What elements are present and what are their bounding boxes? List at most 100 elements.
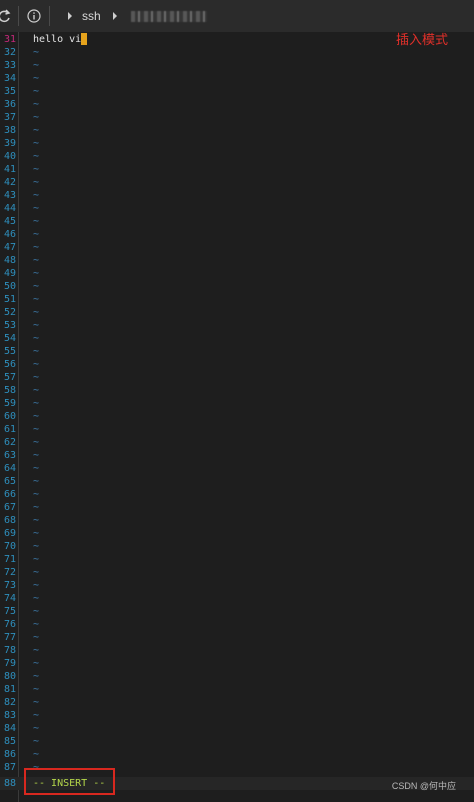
editor-line: 33 ~ <box>0 59 474 72</box>
editor-line: 64 ~ <box>0 462 474 475</box>
empty-line-marker: ~ <box>33 177 40 188</box>
line-number: 43 <box>3 190 16 201</box>
empty-line-marker: ~ <box>33 671 40 682</box>
line-number: 42 <box>3 177 16 188</box>
line-number: 58 <box>3 385 16 396</box>
editor-line: 84 ~ <box>0 722 474 735</box>
editor-line: 48 ~ <box>0 254 474 267</box>
editor-line: 56 ~ <box>0 358 474 371</box>
empty-line-marker: ~ <box>33 281 40 292</box>
line-number: 73 <box>3 580 16 591</box>
line-number: 38 <box>3 125 16 136</box>
editor-line: 47 ~ <box>0 241 474 254</box>
breadcrumb-ssh[interactable]: ssh <box>76 9 107 23</box>
line-number: 40 <box>3 151 16 162</box>
line-number: 41 <box>3 164 16 175</box>
line-number: 86 <box>3 749 16 760</box>
editor-line: 85 ~ <box>0 735 474 748</box>
empty-line-marker: ~ <box>33 645 40 656</box>
empty-line-marker: ~ <box>33 723 40 734</box>
editor-line: 39 ~ <box>0 137 474 150</box>
annotation-highlight-box <box>24 768 115 795</box>
empty-line-marker: ~ <box>33 697 40 708</box>
empty-line-marker: ~ <box>33 684 40 695</box>
empty-line-marker: ~ <box>33 463 40 474</box>
line-number: 88 <box>3 778 16 789</box>
empty-line-marker: ~ <box>33 398 40 409</box>
editor-line: 37 ~ <box>0 111 474 124</box>
line-number: 66 <box>3 489 16 500</box>
toolbar-divider <box>18 6 19 26</box>
line-number: 83 <box>3 710 16 721</box>
editor-line: 82 ~ <box>0 696 474 709</box>
empty-line-marker: ~ <box>33 749 40 760</box>
editor-line: 41 ~ <box>0 163 474 176</box>
editor-line: 80 ~ <box>0 670 474 683</box>
empty-line-marker: ~ <box>33 411 40 422</box>
empty-line-marker: ~ <box>33 47 40 58</box>
empty-line-marker: ~ <box>33 528 40 539</box>
line-text: hello vi <box>33 34 82 45</box>
editor-line: 71 ~ <box>0 553 474 566</box>
line-number: 77 <box>3 632 16 643</box>
empty-line-marker: ~ <box>33 502 40 513</box>
refresh-icon[interactable] <box>0 0 12 32</box>
empty-line-marker: ~ <box>33 320 40 331</box>
line-number: 32 <box>3 47 16 58</box>
redacted-host[interactable] <box>130 10 207 22</box>
editor-line: 65 ~ <box>0 475 474 488</box>
empty-line-marker: ~ <box>33 99 40 110</box>
line-number: 68 <box>3 515 16 526</box>
line-number: 37 <box>3 112 16 123</box>
empty-line-marker: ~ <box>33 86 40 97</box>
line-number: 84 <box>3 723 16 734</box>
empty-line-marker: ~ <box>33 229 40 240</box>
editor-line: 38 ~ <box>0 124 474 137</box>
info-icon[interactable] <box>25 0 43 32</box>
line-number: 63 <box>3 450 16 461</box>
editor-line: 40 ~ <box>0 150 474 163</box>
vim-editor[interactable]: 31 hello vi 32 ~33 ~34 ~35 ~36 ~37 ~38 ~39 ~40 ~41 ~… <box>0 32 474 802</box>
editor-line: 59 ~ <box>0 397 474 410</box>
editor-line: 52 ~ <box>0 306 474 319</box>
line-number: 82 <box>3 697 16 708</box>
editor-line: 63 ~ <box>0 449 474 462</box>
editor-line: 60 ~ <box>0 410 474 423</box>
line-number: 72 <box>3 567 16 578</box>
empty-line-marker: ~ <box>33 580 40 591</box>
editor-line: 35 ~ <box>0 85 474 98</box>
editor-line: 73 ~ <box>0 579 474 592</box>
editor-line: 77 ~ <box>0 631 474 644</box>
editor-line: 58 ~ <box>0 384 474 397</box>
editor-line: 66 ~ <box>0 488 474 501</box>
empty-line-marker: ~ <box>33 359 40 370</box>
empty-line-marker: ~ <box>33 450 40 461</box>
line-number: 64 <box>3 463 16 474</box>
chevron-right-icon <box>64 0 76 32</box>
line-number: 33 <box>3 60 16 71</box>
editor-line: 62 ~ <box>0 436 474 449</box>
line-number: 51 <box>3 294 16 305</box>
editor-line: 78 ~ <box>0 644 474 657</box>
line-number: 76 <box>3 619 16 630</box>
empty-line-marker: ~ <box>33 112 40 123</box>
editor-line: 86 ~ <box>0 748 474 761</box>
line-number: 79 <box>3 658 16 669</box>
empty-line-marker: ~ <box>33 372 40 383</box>
editor-line: 50 ~ <box>0 280 474 293</box>
empty-line-marker: ~ <box>33 606 40 617</box>
empty-line-marker: ~ <box>33 333 40 344</box>
empty-line-marker: ~ <box>33 736 40 747</box>
editor-line: 67 ~ <box>0 501 474 514</box>
line-number: 61 <box>3 424 16 435</box>
line-number: 80 <box>3 671 16 682</box>
editor-line: 43 ~ <box>0 189 474 202</box>
empty-line-marker: ~ <box>33 164 40 175</box>
line-number: 67 <box>3 502 16 513</box>
line-number: 65 <box>3 476 16 487</box>
line-number: 53 <box>3 320 16 331</box>
line-number: 36 <box>3 99 16 110</box>
empty-line-marker: ~ <box>33 385 40 396</box>
empty-line-marker: ~ <box>33 60 40 71</box>
editor-line: 44 ~ <box>0 202 474 215</box>
